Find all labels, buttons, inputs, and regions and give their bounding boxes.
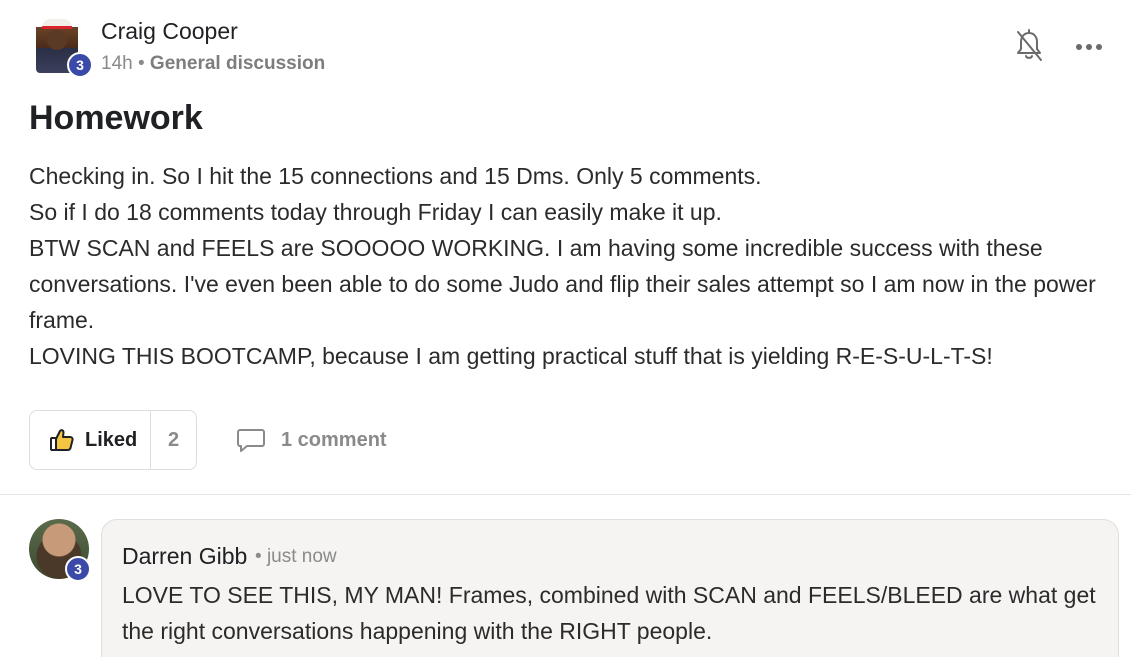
post-category[interactable]: General discussion	[150, 53, 325, 74]
avatar-face	[47, 30, 67, 50]
more-horizontal-icon[interactable]	[1073, 32, 1105, 62]
comment-count-label: 1 comment	[281, 428, 387, 451]
like-button[interactable]: Liked	[30, 411, 151, 469]
author-name[interactable]: Craig Cooper	[101, 18, 238, 45]
author-avatar[interactable]: 3	[29, 14, 93, 78]
meta-separator: •	[137, 53, 145, 74]
thumbs-up-icon	[49, 427, 75, 453]
divider	[0, 494, 1131, 495]
post-meta: 14h • General discussion	[101, 53, 325, 75]
meta-separator: •	[255, 546, 262, 567]
like-count[interactable]: 2	[151, 429, 196, 452]
like-box: Liked 2	[29, 410, 197, 470]
post-body-line: Checking in. So I hit the 15 connections…	[29, 163, 762, 189]
more-dot	[1086, 44, 1092, 50]
comment-text: LOVE TO SEE THIS, MY MAN! Frames, combin…	[122, 582, 1096, 644]
comment-bubble-icon	[236, 426, 266, 454]
comment-button[interactable]: 1 comment	[236, 425, 387, 455]
post-time: 14h	[101, 53, 133, 74]
comment-time: just now	[266, 546, 337, 567]
more-dot	[1076, 44, 1082, 50]
more-dot	[1096, 44, 1102, 50]
comment-meta: • just now	[255, 546, 337, 568]
post-body-line: LOVING THIS BOOTCAMP, because I am getti…	[29, 343, 993, 369]
level-badge: 3	[65, 556, 91, 582]
post-title: Homework	[29, 99, 203, 137]
post-body: Checking in. So I hit the 15 connections…	[29, 158, 1109, 374]
avatar-hat	[42, 19, 72, 29]
level-badge: 3	[67, 52, 93, 78]
post-body-line: So if I do 18 comments today through Fri…	[29, 199, 722, 225]
like-label: Liked	[85, 428, 138, 451]
post-body-line: BTW SCAN and FEELS are SOOOOO WORKING. I…	[29, 235, 1096, 333]
comment-card: Darren Gibb • just now LOVE TO SEE THIS,…	[101, 519, 1119, 657]
commenter-avatar[interactable]: 3	[29, 519, 99, 589]
comment-author[interactable]: Darren Gibb	[122, 543, 247, 570]
post-header: 3 Craig Cooper 14h • General discussion	[29, 14, 1109, 78]
bell-off-icon[interactable]	[1014, 29, 1044, 63]
